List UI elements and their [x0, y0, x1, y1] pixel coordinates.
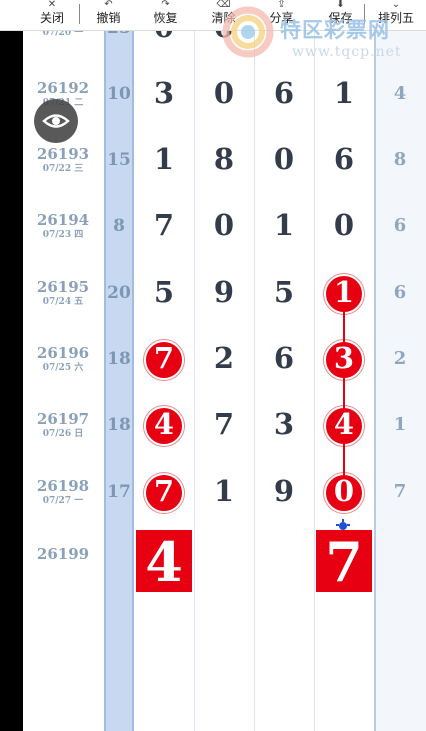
digit-cell[interactable]: 3 — [255, 407, 313, 441]
digit-cell[interactable]: 1 — [315, 275, 373, 309]
digit-cell[interactable]: 7 — [135, 208, 193, 242]
digit-cell[interactable]: 5 — [255, 275, 313, 309]
digit-cell[interactable]: 0 — [195, 76, 253, 110]
digit-cell[interactable]: 0 — [255, 142, 313, 176]
digit-cell[interactable]: 6 — [255, 76, 313, 110]
toolbar-label: 关闭 — [39, 11, 64, 25]
save-icon: ⬇ — [336, 0, 345, 10]
digit-cell[interactable]: 1 — [315, 76, 373, 110]
digit-cell[interactable]: 4 — [315, 407, 373, 441]
chevron-down-icon: ⌄ — [391, 0, 401, 10]
digit-cell[interactable]: 1 — [195, 474, 253, 508]
digit-cell[interactable]: 9 — [195, 275, 253, 309]
toolbar-divider — [79, 4, 80, 24]
share-icon: ⇪ — [277, 0, 286, 10]
visibility-toggle-button[interactable] — [34, 99, 78, 143]
digit-cell[interactable]: 3 — [135, 76, 193, 110]
digit-cell[interactable]: 7 — [135, 341, 193, 375]
digit-cell[interactable]: 7 — [195, 407, 253, 441]
digit-cell[interactable]: 9 — [255, 474, 313, 508]
toolbar-label: 恢复 — [153, 11, 178, 25]
undo-icon: ↶ — [104, 0, 113, 10]
watermark-brand: 特区彩票网 — [280, 18, 390, 42]
toolbar-undo-button[interactable]: ↶ 撤销 — [86, 0, 131, 30]
digit-cell[interactable]: 8 — [195, 142, 253, 176]
digit-cell[interactable]: 7 — [135, 474, 193, 508]
toolbar-label: 撤销 — [96, 11, 121, 25]
watermark-url: www.tqcp.net — [292, 44, 402, 60]
eye-icon — [42, 114, 70, 128]
toolbar-clear-button[interactable]: ⌫ 清除 — [201, 0, 246, 30]
clear-icon: ⌫ — [216, 0, 231, 10]
digit-cell[interactable]: 0 — [195, 208, 253, 242]
digit-cell[interactable]: 1 — [255, 208, 313, 242]
digit-cell[interactable]: 2 — [195, 341, 253, 375]
digit-cell[interactable]: 0 — [315, 208, 373, 242]
digit-cell[interactable]: 5 — [135, 275, 193, 309]
digit-cell[interactable]: 6 — [315, 142, 373, 176]
digit-cell[interactable]: 6 — [255, 341, 313, 375]
toolbar-label: 清除 — [211, 11, 236, 25]
toolbar-redo-button[interactable]: ↷ 恢复 — [143, 0, 188, 30]
digit-cell[interactable]: 0 — [315, 474, 373, 508]
digit-cell[interactable]: 1 — [135, 142, 193, 176]
redo-icon: ↷ — [161, 0, 170, 10]
close-icon: ✕ — [47, 0, 57, 10]
digit-cell[interactable]: 4 — [135, 407, 193, 441]
digit-cell[interactable]: 3 — [315, 341, 373, 375]
toolbar-close-button[interactable]: ✕ 关闭 — [27, 0, 77, 30]
